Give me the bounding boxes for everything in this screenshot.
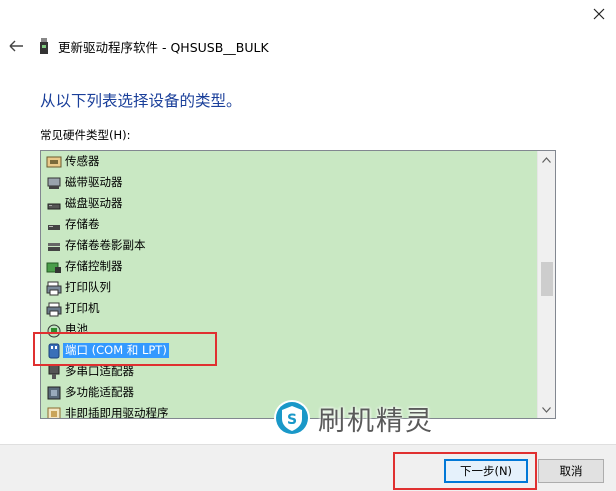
- shadow-copy-icon: [46, 238, 62, 254]
- list-item[interactable]: 打印队列: [41, 277, 537, 298]
- back-arrow-icon: [9, 40, 23, 52]
- chevron-up-icon: [542, 156, 551, 163]
- usb-device-icon: [40, 38, 48, 54]
- back-button[interactable]: [6, 36, 28, 56]
- list-item[interactable]: 多串口适配器: [41, 361, 537, 382]
- disk-drive-icon: [46, 196, 62, 212]
- list-item[interactable]: 磁带驱动器: [41, 172, 537, 193]
- list-item-label: 存储控制器: [65, 259, 123, 273]
- shuaji-logo-icon: S: [274, 400, 310, 436]
- cancel-button[interactable]: 取消: [538, 459, 604, 483]
- port-icon: [46, 343, 62, 359]
- list-item-label: 电池: [65, 322, 88, 336]
- hardware-type-list[interactable]: 传感器磁带驱动器磁盘驱动器存储卷存储卷卷影副本 存储控制器打印队列打印机电池端口 …: [40, 150, 556, 419]
- list-item[interactable]: 传感器: [41, 151, 537, 172]
- list-item-label: 打印机: [65, 301, 100, 315]
- chevron-down-icon: [542, 406, 551, 413]
- list-item[interactable]: 端口 (COM 和 LPT): [41, 340, 537, 361]
- list-item[interactable]: 打印机: [41, 298, 537, 319]
- list-item-label: 传感器: [65, 154, 100, 168]
- hardware-type-label: 常见硬件类型(H):: [40, 128, 131, 142]
- close-icon: [593, 8, 605, 20]
- watermark: S 刷机精灵: [273, 398, 434, 438]
- multifunction-adapter-icon: [46, 385, 62, 401]
- storage-volume-icon: [46, 217, 62, 233]
- window-title: 更新驱动程序软件 - QHSUSB__BULK: [58, 40, 269, 55]
- list-item-label: 磁盘驱动器: [65, 196, 123, 210]
- list-item-label: 多功能适配器: [65, 385, 134, 399]
- scroll-down-button[interactable]: [538, 401, 555, 418]
- list-item-label: 多串口适配器: [65, 364, 134, 378]
- scroll-up-button[interactable]: [538, 151, 555, 168]
- sensor-icon: [46, 154, 62, 170]
- battery-icon: [46, 322, 62, 338]
- logo-letter: S: [287, 412, 297, 428]
- non-pnp-driver-icon: [46, 406, 62, 418]
- list-item[interactable]: 电池: [41, 319, 537, 340]
- list-item[interactable]: 存储卷: [41, 214, 537, 235]
- printer-icon: [46, 301, 62, 317]
- page-heading: 从以下列表选择设备的类型。: [40, 92, 242, 110]
- list-item-label: 打印队列: [65, 280, 111, 294]
- storage-controller-icon: [46, 259, 62, 275]
- scroll-thumb[interactable]: [541, 262, 553, 296]
- list-item-label: 存储卷: [65, 217, 100, 231]
- list-item-label: 端口 (COM 和 LPT): [63, 343, 169, 358]
- list-item-label: 磁带驱动器: [65, 175, 123, 189]
- close-button[interactable]: [584, 2, 614, 26]
- multiport-serial-icon: [46, 364, 62, 380]
- print-queue-icon: [46, 280, 62, 296]
- list-item-label: 非即插即用驱动程序: [65, 406, 169, 419]
- list-item[interactable]: 磁盘驱动器: [41, 193, 537, 214]
- tape-drive-icon: [46, 175, 62, 191]
- list-item[interactable]: 存储卷卷影副本: [41, 235, 537, 256]
- list-item[interactable]: 存储控制器: [41, 256, 537, 277]
- list-item-label: 存储卷卷影副本: [65, 238, 146, 252]
- next-button[interactable]: 下一步(N): [444, 459, 528, 483]
- vertical-scrollbar[interactable]: [537, 151, 555, 418]
- watermark-text: 刷机精灵: [318, 405, 434, 437]
